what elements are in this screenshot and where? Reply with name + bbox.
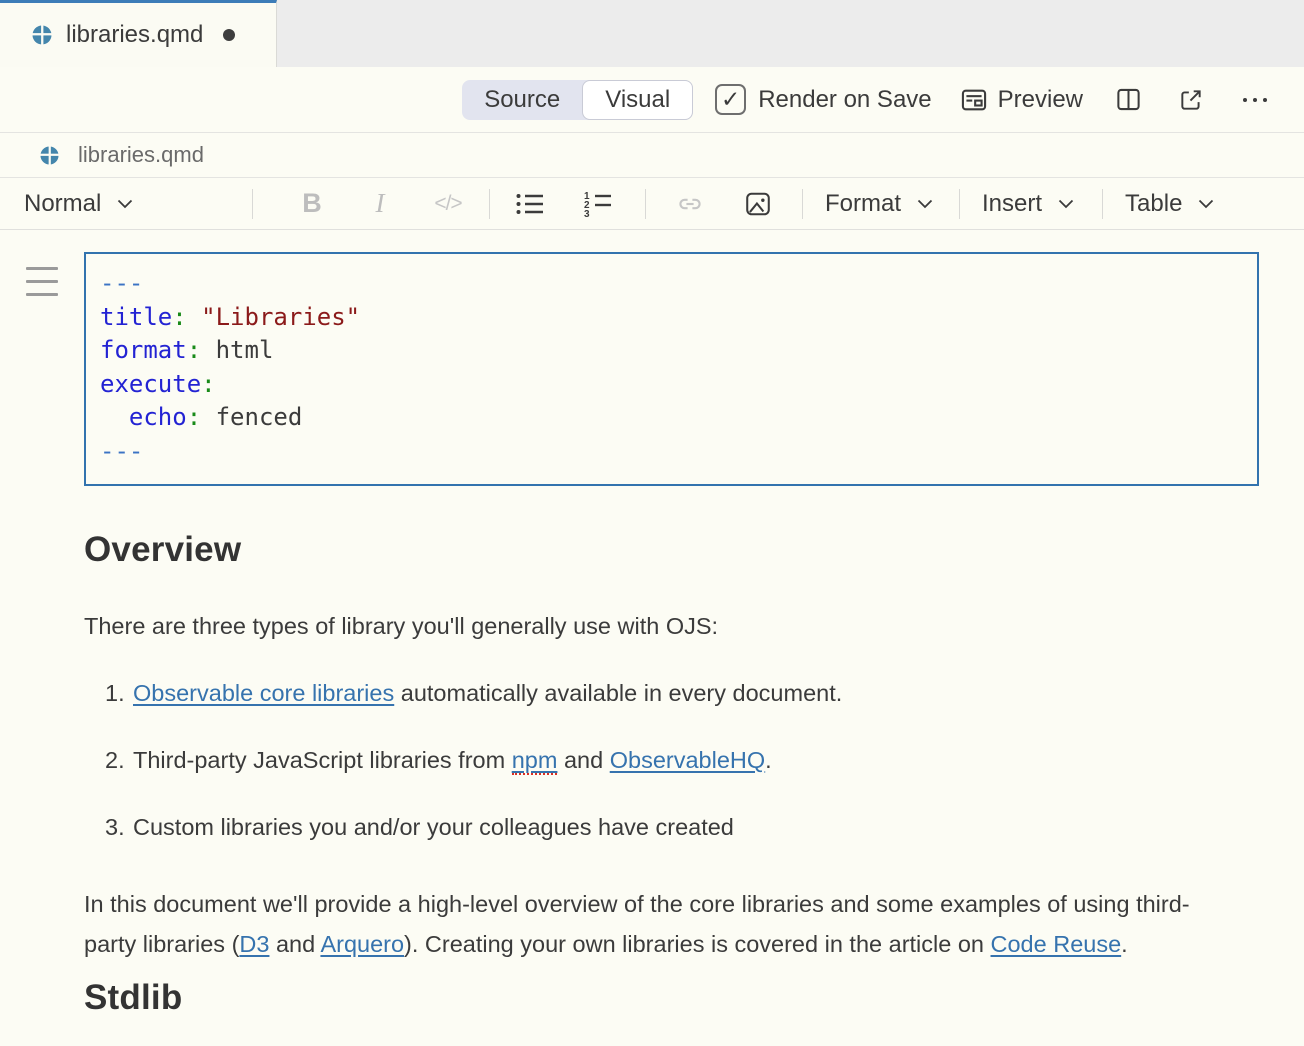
outro-paragraph: In this document we'll provide a high-le… bbox=[84, 884, 1234, 964]
toolbar-separator bbox=[252, 189, 253, 219]
list-item: 3. Custom libraries you and/or your coll… bbox=[84, 813, 1234, 842]
link-icon bbox=[675, 192, 705, 216]
toolbar-separator bbox=[489, 189, 490, 219]
doc-link[interactable]: Code Reuse bbox=[991, 931, 1122, 957]
format-dropdown[interactable]: Format bbox=[825, 190, 933, 218]
chevron-down-icon bbox=[1198, 199, 1214, 209]
numbered-list-icon: 1 2 3 bbox=[583, 190, 613, 217]
chevron-down-icon bbox=[1058, 199, 1074, 209]
toolbar-separator bbox=[959, 189, 960, 219]
list-item: 2. Third-party JavaScript libraries from… bbox=[84, 746, 1234, 775]
insert-dropdown-label: Insert bbox=[982, 190, 1042, 218]
bulleted-list-button[interactable] bbox=[496, 191, 564, 217]
format-toolbar: Normal B I </> 1 2 3 bbox=[0, 178, 1304, 230]
bold-icon: B bbox=[302, 188, 322, 219]
split-editor-button[interactable] bbox=[1115, 86, 1142, 113]
list-number: 3. bbox=[105, 813, 133, 842]
visual-mode-button[interactable]: Visual bbox=[582, 80, 693, 120]
inline-code-button[interactable]: </> bbox=[414, 192, 482, 216]
doc-link[interactable]: Arquero bbox=[320, 931, 404, 957]
list-item-text: Custom libraries you and/or your colleag… bbox=[133, 813, 734, 842]
preview-icon bbox=[960, 86, 988, 114]
intro-paragraph: There are three types of library you'll … bbox=[84, 612, 1234, 641]
tab-bar: libraries.qmd bbox=[0, 0, 1304, 67]
visual-editor-surface[interactable]: ---title: "Libraries"format: htmlexecute… bbox=[0, 230, 1304, 1018]
document-body: Overview There are three types of librar… bbox=[84, 530, 1234, 1018]
toolbar-separator bbox=[802, 189, 803, 219]
tab-libraries-qmd[interactable]: libraries.qmd bbox=[0, 0, 277, 67]
bulleted-list-icon bbox=[515, 191, 545, 217]
insert-dropdown[interactable]: Insert bbox=[982, 190, 1074, 218]
svg-text:3: 3 bbox=[584, 209, 590, 217]
italic-icon: I bbox=[376, 188, 385, 219]
check-icon: ✓ bbox=[721, 86, 740, 113]
split-editor-icon bbox=[1115, 86, 1142, 113]
quarto-icon bbox=[40, 146, 59, 165]
chevron-down-icon bbox=[117, 199, 133, 209]
render-on-save-label: Render on Save bbox=[758, 86, 931, 114]
more-actions-button[interactable] bbox=[1240, 87, 1270, 113]
checkbox-icon: ✓ bbox=[715, 84, 746, 115]
doc-link[interactable]: npm bbox=[512, 747, 558, 775]
preview-button[interactable]: Preview bbox=[960, 86, 1083, 114]
open-external-icon bbox=[1178, 87, 1204, 113]
yaml-code: ---title: "Libraries"format: htmlexecute… bbox=[100, 267, 1243, 468]
paragraph-style-dropdown[interactable]: Normal bbox=[24, 190, 194, 218]
render-on-save-checkbox[interactable]: ✓ Render on Save bbox=[715, 84, 931, 115]
doc-link[interactable]: ObservableHQ bbox=[610, 747, 765, 773]
source-mode-button[interactable]: Source bbox=[462, 80, 582, 120]
breadcrumb-file[interactable]: libraries.qmd bbox=[78, 142, 204, 168]
quarto-icon bbox=[32, 25, 52, 45]
editor-toolbar: Source Visual ✓ Render on Save Preview bbox=[0, 67, 1304, 133]
image-button[interactable] bbox=[724, 190, 792, 218]
yaml-front-matter-block[interactable]: ---title: "Libraries"format: htmlexecute… bbox=[84, 252, 1259, 486]
link-button[interactable] bbox=[656, 192, 724, 216]
heading-stdlib: Stdlib bbox=[84, 978, 1234, 1018]
toolbar-separator bbox=[645, 189, 646, 219]
chevron-down-icon bbox=[917, 199, 933, 209]
list-number: 1. bbox=[105, 679, 133, 708]
table-dropdown-label: Table bbox=[1125, 190, 1182, 218]
table-dropdown[interactable]: Table bbox=[1125, 190, 1214, 218]
list-item: 1. Observable core libraries automatical… bbox=[84, 679, 1234, 708]
mode-toggle: Source Visual bbox=[462, 80, 693, 120]
preview-label: Preview bbox=[998, 86, 1083, 114]
image-icon bbox=[744, 190, 772, 218]
list-item-text: Observable core libraries automatically … bbox=[133, 679, 842, 708]
numbered-list-button[interactable]: 1 2 3 bbox=[564, 190, 632, 217]
paragraph-style-value: Normal bbox=[24, 190, 101, 218]
block-drag-handle-icon[interactable] bbox=[26, 267, 58, 306]
list-number: 2. bbox=[105, 746, 133, 775]
italic-button[interactable]: I bbox=[346, 188, 414, 219]
library-types-list: 1. Observable core libraries automatical… bbox=[84, 679, 1234, 842]
doc-link[interactable]: Observable core libraries bbox=[133, 680, 394, 706]
heading-overview: Overview bbox=[84, 530, 1234, 570]
toolbar-separator bbox=[1102, 189, 1103, 219]
code-icon: </> bbox=[434, 192, 461, 216]
list-item-text: Third-party JavaScript libraries from np… bbox=[133, 746, 772, 775]
format-dropdown-label: Format bbox=[825, 190, 901, 218]
breadcrumb: libraries.qmd bbox=[0, 133, 1304, 178]
doc-link[interactable]: D3 bbox=[239, 931, 269, 957]
open-external-button[interactable] bbox=[1178, 87, 1204, 113]
more-actions-icon bbox=[1240, 87, 1270, 113]
bold-button[interactable]: B bbox=[278, 188, 346, 219]
unsaved-changes-dot bbox=[223, 29, 235, 41]
tab-title: libraries.qmd bbox=[66, 21, 203, 49]
